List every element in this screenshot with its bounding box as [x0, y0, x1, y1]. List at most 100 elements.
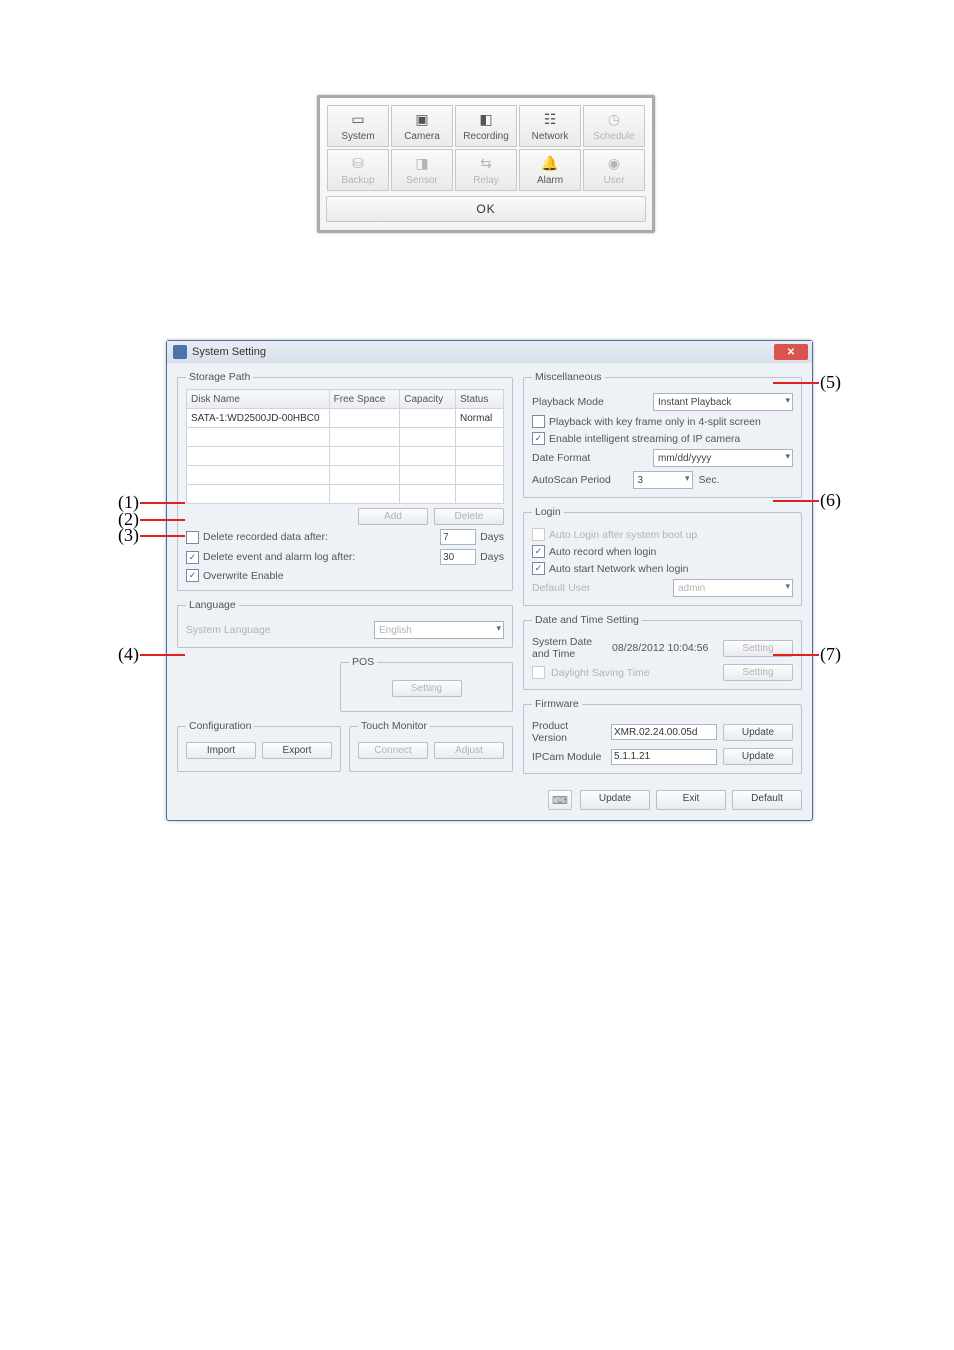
delete-recorded-unit: Days: [480, 531, 504, 543]
login-legend: Login: [532, 506, 564, 518]
auto-record-checkbox[interactable]: ✓: [532, 545, 545, 558]
product-version-field: XMR.02.24.00.05d: [611, 724, 717, 740]
table-row: [187, 466, 504, 485]
autoscan-period-select[interactable]: 3: [633, 471, 693, 489]
callout-line: [773, 500, 819, 502]
sensor-icon: ◨: [411, 155, 433, 173]
ipcam-module-label: IPCam Module: [532, 751, 605, 763]
disk-icon: ⛁: [347, 155, 369, 173]
product-update-button[interactable]: Update: [723, 724, 793, 741]
system-setting-window: System Setting ✕ Storage Path Disk Name …: [166, 340, 813, 821]
delete-event-days-field[interactable]: 30: [440, 549, 476, 565]
relay-icon: ⇆: [475, 155, 497, 173]
cell-disk-name: SATA-1:WD2500JD-00HBC0: [187, 409, 330, 428]
cell-status: Normal: [456, 409, 504, 428]
overwrite-label: Overwrite Enable: [203, 570, 284, 582]
login-group: Login Auto Login after system boot up ✓ …: [523, 506, 802, 606]
nav-relay: ⇆Relay: [455, 149, 517, 191]
col-status: Status: [456, 390, 504, 409]
nav-backup-label: Backup: [341, 175, 374, 186]
connect-button: Connect: [358, 742, 428, 759]
nav-backup: ⛁ Backup: [327, 149, 389, 191]
callout-7: (7): [820, 644, 841, 665]
callout-line: [140, 654, 185, 656]
playback-mode-select[interactable]: Instant Playback: [653, 393, 793, 411]
auto-record-label: Auto record when login: [549, 546, 656, 558]
ipcam-module-field: 5.1.1.21: [611, 749, 717, 765]
nav-recording[interactable]: ◧Recording: [455, 105, 517, 147]
firmware-group: Firmware Product Version XMR.02.24.00.05…: [523, 698, 802, 774]
overwrite-checkbox[interactable]: ✓: [186, 569, 199, 582]
footer-bar: ⌨ Update Exit Default: [167, 784, 812, 820]
clock-icon: ◷: [603, 111, 625, 129]
delete-event-checkbox[interactable]: ✓: [186, 551, 199, 564]
nav-system-label: System: [341, 131, 374, 142]
col-disk-name: Disk Name: [187, 390, 330, 409]
ok-button[interactable]: OK: [326, 196, 646, 222]
pos-group: POS Setting: [340, 656, 513, 712]
system-language-label: System Language: [186, 624, 368, 636]
auto-network-checkbox[interactable]: ✓: [532, 562, 545, 575]
callout-line: [140, 502, 185, 504]
camera-icon: ▣: [411, 111, 433, 129]
touch-monitor-group: Touch Monitor Connect Adjust: [349, 720, 513, 772]
ipcam-update-button[interactable]: Update: [723, 748, 793, 765]
window-title: System Setting: [192, 346, 266, 358]
nav-user-label: User: [603, 175, 624, 186]
delete-event-row: ✓ Delete event and alarm log after: 30 D…: [186, 549, 504, 565]
import-button[interactable]: Import: [186, 742, 256, 759]
nav-row-1: ▭System ▣Camera ◧Recording ☷Network ◷Sch…: [326, 104, 646, 148]
configuration-legend: Configuration: [186, 720, 254, 732]
footer-default-button[interactable]: Default: [732, 790, 802, 810]
autoscan-period-label: AutoScan Period: [532, 474, 627, 486]
autoscan-unit: Sec.: [699, 474, 794, 486]
callout-line: [773, 654, 819, 656]
nav-recording-label: Recording: [463, 131, 509, 142]
add-button: Add: [358, 508, 428, 525]
pos-setting-button: Setting: [392, 680, 462, 697]
adjust-button: Adjust: [434, 742, 504, 759]
footer-update-button[interactable]: Update: [580, 790, 650, 810]
app-icon: [173, 345, 187, 359]
keyboard-icon[interactable]: ⌨: [548, 790, 572, 810]
close-button[interactable]: ✕: [774, 344, 808, 360]
date-format-select[interactable]: mm/dd/yyyy: [653, 449, 793, 467]
delete-recorded-checkbox[interactable]: [186, 531, 199, 544]
delete-recorded-label: Delete recorded data after:: [203, 531, 436, 543]
screen-icon: ▭: [347, 111, 369, 129]
dst-checkbox: [532, 666, 545, 679]
playback-keyframe-checkbox[interactable]: [532, 415, 545, 428]
firmware-legend: Firmware: [532, 698, 582, 710]
system-language-select: English: [374, 621, 504, 639]
callout-line: [773, 382, 819, 384]
nav-network[interactable]: ☷Network: [519, 105, 581, 147]
delete-recorded-row: Delete recorded data after: 7 Days: [186, 529, 504, 545]
dst-label: Daylight Saving Time: [551, 667, 717, 679]
system-datetime-label: System Date and Time: [532, 636, 606, 660]
nav-row-2: ⛁Backup ◨Sensor ⇆Relay 🔔Alarm ◉User: [326, 148, 646, 192]
date-format-label: Date Format: [532, 452, 647, 464]
footer-exit-button[interactable]: Exit: [656, 790, 726, 810]
nav-alarm[interactable]: 🔔Alarm: [519, 149, 581, 191]
table-row[interactable]: SATA-1:WD2500JD-00HBC0 Normal: [187, 409, 504, 428]
table-row: [187, 447, 504, 466]
nav-system[interactable]: ▭ System: [327, 105, 389, 147]
auto-login-label: Auto Login after system boot up: [549, 529, 697, 541]
col-capacity: Capacity: [400, 390, 456, 409]
callout-line: [140, 535, 185, 537]
nav-alarm-label: Alarm: [537, 175, 563, 186]
delete-recorded-days-field[interactable]: 7: [440, 529, 476, 545]
delete-event-label: Delete event and alarm log after:: [203, 551, 436, 563]
callout-line: [140, 519, 185, 521]
ip-streaming-checkbox[interactable]: ✓: [532, 432, 545, 445]
overwrite-row: ✓ Overwrite Enable: [186, 569, 504, 582]
cell-free-space: [329, 409, 400, 428]
nav-sensor-label: Sensor: [406, 175, 438, 186]
nav-camera[interactable]: ▣Camera: [391, 105, 453, 147]
playback-keyframe-label: Playback with key frame only in 4-split …: [549, 416, 761, 428]
network-icon: ☷: [539, 111, 561, 129]
date-time-group: Date and Time Setting System Date and Ti…: [523, 614, 802, 690]
storage-table: Disk Name Free Space Capacity Status SAT…: [186, 389, 504, 504]
export-button[interactable]: Export: [262, 742, 332, 759]
nav-sensor: ◨ Sensor: [391, 149, 453, 191]
